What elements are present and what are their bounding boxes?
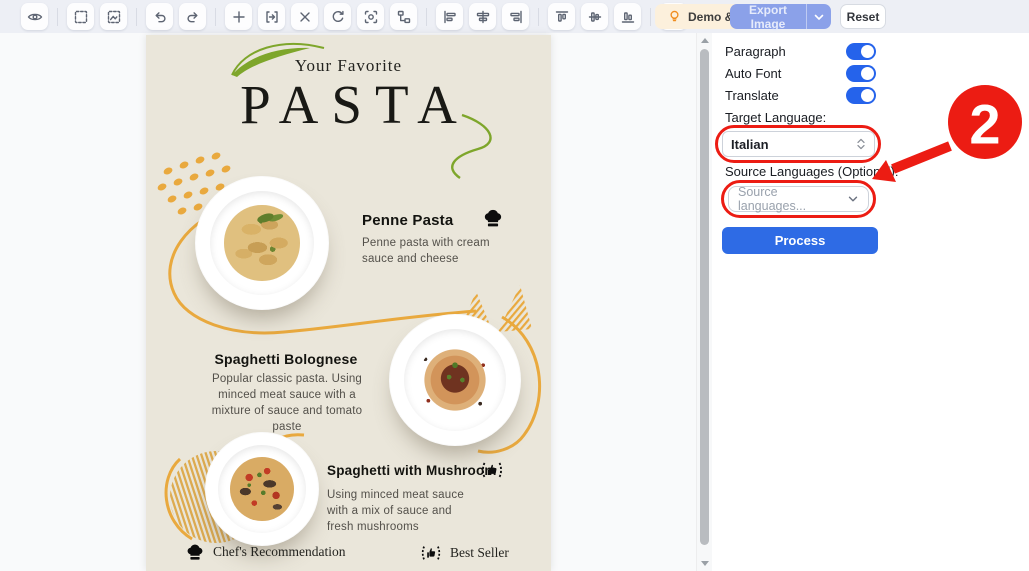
- close-button[interactable]: [291, 3, 318, 30]
- paragraph-toggle[interactable]: [846, 43, 876, 60]
- target-language-label: Target Language:: [725, 110, 826, 125]
- toggle-knob: [861, 45, 874, 58]
- reset-button[interactable]: Reset: [840, 4, 886, 29]
- chevron-down-icon: [814, 13, 824, 21]
- align-bottom-button[interactable]: [614, 3, 641, 30]
- settings-panel: Paragraph Auto Font Translate Target Lan…: [712, 33, 1029, 571]
- undo-icon: [152, 9, 168, 25]
- poster-title: PASTA: [146, 73, 551, 136]
- chef-hat-icon: [185, 542, 205, 562]
- eye-icon: [27, 9, 43, 25]
- paragraph-toggle-label: Paragraph: [725, 44, 786, 59]
- toggle-knob: [861, 89, 874, 102]
- lightbulb-icon: [667, 9, 682, 24]
- undo-button[interactable]: [146, 3, 173, 30]
- toolbar-separator: [215, 8, 216, 26]
- legend-label: Chef's Recommendation: [213, 544, 346, 560]
- auto-font-toggle-label: Auto Font: [725, 66, 781, 81]
- bolognese-plate-photo: [389, 314, 521, 446]
- chevron-down-icon: [847, 193, 859, 205]
- toolbar-separator: [136, 8, 137, 26]
- source-languages-label: Source Languages (Optional):: [725, 164, 898, 179]
- deselect-button[interactable]: [100, 3, 127, 30]
- best-seller-icon: [480, 458, 504, 482]
- toolbar-separator: [538, 8, 539, 26]
- select-updown-icon: [856, 137, 866, 151]
- toolbar-separator: [426, 8, 427, 26]
- menu-item-name: Spaghetti with Mushroom: [327, 463, 497, 478]
- select-all-icon: [73, 9, 89, 25]
- process-label: Process: [775, 233, 826, 248]
- toolbar-separator: [57, 8, 58, 26]
- menu-item-description: Penne pasta with cream sauce and cheese: [362, 236, 502, 268]
- vertical-scrollbar[interactable]: [696, 33, 712, 571]
- select-all-button[interactable]: [67, 3, 94, 30]
- redo-icon: [185, 9, 201, 25]
- legend-best-seller: Best Seller: [420, 542, 509, 564]
- close-icon: [297, 9, 313, 25]
- align-center-horizontal-icon: [475, 9, 491, 25]
- preview-button[interactable]: [21, 3, 48, 30]
- import-region-button[interactable]: [258, 3, 285, 30]
- source-languages-select[interactable]: Source languages...: [728, 186, 869, 212]
- align-top-button[interactable]: [548, 3, 575, 30]
- align-bottom-icon: [620, 9, 636, 25]
- export-image-label: Export Image: [730, 3, 806, 31]
- hierarchy-button[interactable]: [390, 3, 417, 30]
- align-middle-vertical-button[interactable]: [581, 3, 608, 30]
- toolbar-separator: [650, 8, 651, 26]
- menu-item-name: Penne Pasta: [362, 212, 453, 229]
- toolbar: Demo & Tips Export Image Reset: [0, 0, 1029, 33]
- mushroom-pasta-photo: [230, 457, 294, 521]
- export-dropdown-toggle[interactable]: [806, 4, 831, 29]
- basil-leaf: [257, 212, 276, 225]
- editor-canvas[interactable]: Your Favorite PASTA Penne Pasta Penne pa…: [0, 33, 696, 571]
- align-left-button[interactable]: [436, 3, 463, 30]
- menu-item-description: Popular classic pasta. Using minced meat…: [198, 372, 376, 435]
- menu-item-description: Using minced meat sauce with a mix of sa…: [327, 488, 479, 536]
- align-left-icon: [442, 9, 458, 25]
- reset-label: Reset: [847, 10, 880, 24]
- rotate-button[interactable]: [324, 3, 351, 30]
- export-image-button[interactable]: Export Image: [730, 4, 831, 29]
- align-right-button[interactable]: [502, 3, 529, 30]
- align-center-horizontal-button[interactable]: [469, 3, 496, 30]
- align-top-icon: [554, 9, 570, 25]
- app-window: Demo & Tips Export Image Reset: [0, 0, 1029, 571]
- toggle-knob: [861, 67, 874, 80]
- scan-detect-button[interactable]: [357, 3, 384, 30]
- scrollbar-thumb[interactable]: [700, 49, 709, 545]
- menu-item-name: Spaghetti Bolognese: [186, 351, 386, 367]
- add-button[interactable]: [225, 3, 252, 30]
- bolognese-pasta-photo: [418, 343, 492, 417]
- auto-font-toggle[interactable]: [846, 65, 876, 82]
- translate-toggle[interactable]: [846, 87, 876, 104]
- scan-detect-icon: [363, 9, 379, 25]
- align-right-icon: [508, 9, 524, 25]
- chef-hat-icon: [482, 207, 504, 229]
- add-icon: [231, 9, 247, 25]
- legend-chefs-recommendation: Chef's Recommendation: [185, 542, 346, 562]
- deselect-icon: [106, 9, 122, 25]
- source-languages-placeholder: Source languages...: [738, 185, 847, 213]
- scroll-down-arrow[interactable]: [701, 561, 709, 566]
- import-region-icon: [264, 9, 280, 25]
- penne-pasta-photo: [224, 205, 299, 280]
- poster-artwork[interactable]: Your Favorite PASTA Penne Pasta Penne pa…: [146, 35, 551, 571]
- rotate-icon: [330, 9, 346, 25]
- scroll-up-arrow[interactable]: [701, 38, 709, 43]
- penne-plate-photo: [195, 176, 329, 310]
- target-language-value: Italian: [731, 137, 856, 152]
- process-button[interactable]: Process: [722, 227, 878, 254]
- best-seller-icon: [420, 542, 442, 564]
- align-middle-vertical-icon: [587, 9, 603, 25]
- legend-label: Best Seller: [450, 545, 509, 561]
- mushroom-plate-photo: [205, 432, 319, 546]
- hierarchy-icon: [396, 9, 412, 25]
- step-number: 2: [969, 93, 1000, 156]
- translate-toggle-label: Translate: [725, 88, 779, 103]
- redo-button[interactable]: [179, 3, 206, 30]
- target-language-select[interactable]: Italian: [722, 131, 875, 157]
